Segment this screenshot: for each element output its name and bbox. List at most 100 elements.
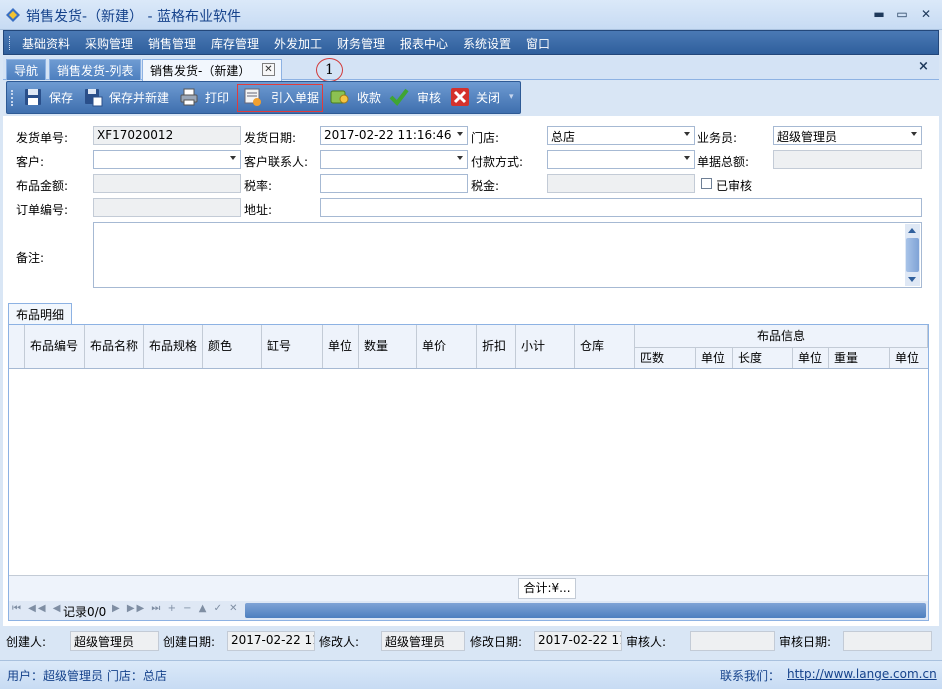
column-header[interactable]: 单位 bbox=[793, 347, 829, 368]
close-form-label: 关闭 bbox=[476, 91, 501, 105]
column-header[interactable]: 单位 bbox=[323, 325, 359, 368]
column-header[interactable]: 折扣 bbox=[477, 325, 516, 368]
print-button[interactable]: 打印 bbox=[179, 86, 233, 110]
audit-button[interactable]: 审核 bbox=[389, 86, 445, 110]
hand-coins-icon bbox=[330, 90, 349, 104]
ship-date-value: 2017-02-22 11:16:46 bbox=[324, 128, 452, 142]
tab-close-icon[interactable]: ✕ bbox=[262, 63, 275, 76]
menu-inventory[interactable]: 库存管理 bbox=[211, 35, 259, 52]
order-ref-label: 订单编号: bbox=[16, 203, 69, 217]
customer-select[interactable] bbox=[93, 150, 241, 169]
audited-label: 已审核 bbox=[716, 179, 753, 193]
column-header[interactable]: 长度 bbox=[733, 347, 793, 368]
menu-settings[interactable]: 系统设置 bbox=[463, 35, 511, 52]
create-date-field: 2017-02-22 11 bbox=[227, 631, 315, 651]
dropdown-arrow-icon bbox=[457, 156, 463, 160]
remark-label: 备注: bbox=[16, 251, 45, 265]
menu-reports[interactable]: 报表中心 bbox=[400, 35, 448, 52]
close-window-button[interactable]: ✕ bbox=[917, 6, 935, 22]
remark-textarea[interactable] bbox=[93, 222, 922, 288]
contact-label: 客户联系人: bbox=[244, 155, 309, 169]
tax-rate-field[interactable] bbox=[320, 174, 468, 193]
grid-summary-footer: 合计:¥... bbox=[9, 575, 928, 601]
column-header[interactable]: 单价 bbox=[417, 325, 477, 368]
menu-finance[interactable]: 财务管理 bbox=[337, 35, 385, 52]
scroll-down-icon[interactable] bbox=[908, 277, 916, 282]
salesman-select[interactable]: 超级管理员 bbox=[773, 126, 922, 145]
column-header[interactable]: 数量 bbox=[359, 325, 417, 368]
restore-button[interactable]: ▭ bbox=[893, 6, 911, 22]
contact-select[interactable] bbox=[320, 150, 468, 169]
toolbar-overflow-icon[interactable]: ▾ bbox=[509, 92, 514, 102]
minimize-button[interactable]: ▬ bbox=[870, 6, 888, 22]
order-ref-field bbox=[93, 198, 241, 217]
status-user-store: 用户：超级管理员 门店：总店 bbox=[7, 669, 167, 683]
grid-header: 布品编号 布品名称 布品规格 颜色 缸号 单位 数量 单价 折扣 小计 仓库 布… bbox=[9, 325, 928, 369]
tab-sales-shipment-list[interactable]: 销售发货-列表 bbox=[49, 59, 142, 80]
ship-date-label: 发货日期: bbox=[244, 131, 297, 145]
contact-us-label: 联系我们： bbox=[720, 669, 781, 683]
audited-checkbox[interactable] bbox=[701, 178, 712, 189]
navigator-first-prev-buttons[interactable]: ⏮ ◀◀ ◀ bbox=[12, 603, 62, 614]
column-header[interactable]: 单位 bbox=[890, 347, 928, 368]
grid-navigator: ⏮ ◀◀ ◀ 记录0/0 ▶ ▶▶ ⏭ + − ▲ ✓ ✕ bbox=[9, 601, 928, 620]
address-field[interactable] bbox=[320, 198, 922, 217]
print-label: 打印 bbox=[205, 91, 230, 105]
collect-payment-button[interactable]: 收款 bbox=[329, 86, 385, 110]
column-header[interactable]: 重量 bbox=[829, 347, 890, 368]
column-header[interactable]: 布品名称 bbox=[85, 325, 144, 368]
column-header[interactable]: 仓库 bbox=[575, 325, 635, 368]
tab-navigation[interactable]: 导航 bbox=[6, 59, 47, 80]
column-header[interactable]: 布品编号 bbox=[25, 325, 85, 368]
dropdown-arrow-icon bbox=[457, 132, 463, 136]
fabric-amount-field bbox=[93, 174, 241, 193]
menu-bar: 基础资料 采购管理 销售管理 库存管理 外发加工 财务管理 报表中心 系统设置 … bbox=[3, 30, 939, 55]
menu-purchase[interactable]: 采购管理 bbox=[85, 35, 133, 52]
printer-icon bbox=[180, 88, 198, 106]
panel-close-icon[interactable]: × bbox=[918, 59, 929, 74]
store-select[interactable]: 总店 bbox=[547, 126, 695, 145]
auditor-field bbox=[690, 631, 775, 651]
ship-date-picker[interactable]: 2017-02-22 11:16:46 bbox=[320, 126, 468, 145]
window-title: 销售发货-（新建） - 蓝格布业软件 bbox=[26, 9, 242, 25]
menu-window[interactable]: 窗口 bbox=[526, 35, 550, 52]
status-bar: 用户：超级管理员 门店：总店 联系我们： http://www.lange.co… bbox=[0, 660, 942, 689]
column-header[interactable]: 单位 bbox=[696, 347, 733, 368]
tab-fabric-details[interactable]: 布品明细 bbox=[8, 303, 73, 324]
scroll-thumb[interactable] bbox=[906, 238, 919, 272]
audit-label: 审核 bbox=[417, 91, 442, 105]
fabric-amount-label: 布品金额: bbox=[16, 179, 69, 193]
menu-outsourcing[interactable]: 外发加工 bbox=[274, 35, 322, 52]
column-header[interactable]: 缸号 bbox=[262, 325, 323, 368]
floppy-disk-icon bbox=[25, 89, 41, 105]
close-red-icon bbox=[451, 88, 469, 106]
remark-scrollbar[interactable] bbox=[905, 224, 920, 286]
save-and-new-button[interactable]: 保存并新建 bbox=[83, 86, 173, 110]
payment-method-select[interactable] bbox=[547, 150, 695, 169]
audit-date-field bbox=[843, 631, 932, 651]
create-date-value: 2017-02-22 11 bbox=[231, 633, 315, 647]
scroll-up-icon[interactable] bbox=[908, 228, 916, 233]
menu-basic-data[interactable]: 基础资料 bbox=[22, 35, 70, 52]
store-label: 门店: bbox=[471, 131, 500, 145]
tax-label: 税金: bbox=[471, 179, 500, 193]
website-link[interactable]: http://www.lange.com.cn bbox=[787, 667, 937, 681]
address-label: 地址: bbox=[244, 203, 273, 217]
save-and-new-label: 保存并新建 bbox=[109, 91, 170, 105]
save-button[interactable]: 保存 bbox=[23, 86, 77, 110]
modify-date-field: 2017-02-22 11 bbox=[534, 631, 622, 651]
toolbar-grip bbox=[11, 90, 13, 106]
close-form-button[interactable]: 关闭 bbox=[450, 86, 506, 110]
grid-horizontal-scrollbar[interactable] bbox=[245, 603, 926, 618]
row-indicator-header bbox=[9, 325, 25, 368]
column-header[interactable]: 布品规格 bbox=[144, 325, 203, 368]
column-header[interactable]: 匹数 bbox=[635, 347, 696, 368]
column-header[interactable]: 颜色 bbox=[203, 325, 262, 368]
creator-label: 创建人: bbox=[6, 635, 47, 649]
navigator-next-last-edit-buttons[interactable]: ▶ ▶▶ ⏭ + − ▲ ✓ ✕ bbox=[112, 603, 240, 614]
menu-sales[interactable]: 销售管理 bbox=[148, 35, 196, 52]
tab-sales-shipment-new[interactable]: 销售发货-（新建） bbox=[142, 59, 282, 81]
modify-date-value: 2017-02-22 11 bbox=[538, 633, 622, 647]
auditor-label: 审核人: bbox=[626, 635, 667, 649]
column-header[interactable]: 小计 bbox=[516, 325, 575, 368]
